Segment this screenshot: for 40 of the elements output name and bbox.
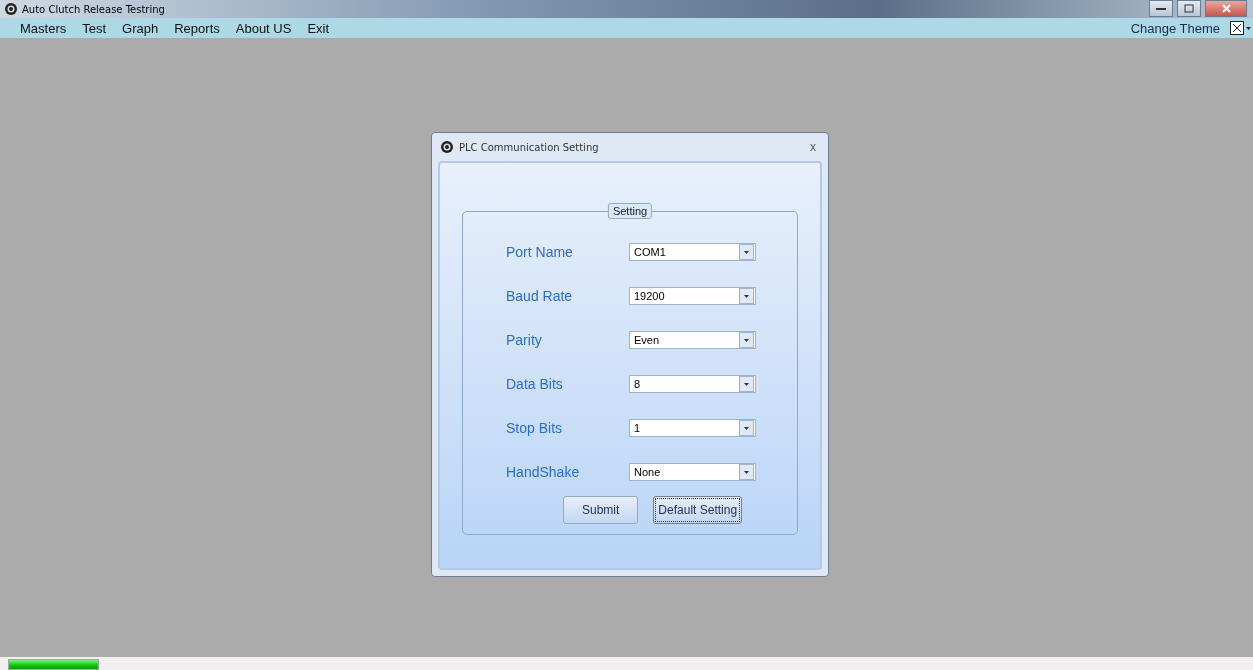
menu-item[interactable]: Change Theme: [1130, 20, 1220, 36]
field-label: Baud Rate: [506, 288, 574, 304]
dialog-icon: [440, 140, 454, 154]
group-title: Setting: [607, 203, 653, 219]
caret-icon: [744, 382, 749, 386]
caret-icon: [744, 470, 749, 474]
dropdown-field[interactable]: None: [629, 463, 756, 481]
menu-item[interactable]: Reports: [166, 20, 228, 36]
dialog-title: PLC Communication Setting: [459, 141, 600, 153]
caret-icon: [744, 338, 749, 342]
minimize-button[interactable]: [1149, 0, 1173, 17]
dropdown-field[interactable]: Even: [629, 331, 756, 349]
field-label: Data Bits: [506, 376, 564, 392]
menu-item[interactable]: Exit: [299, 20, 338, 36]
close-button[interactable]: x: [806, 140, 820, 154]
field-label: Port Name: [506, 244, 574, 260]
caret-icon: [744, 426, 749, 430]
maximize-button[interactable]: [1177, 0, 1201, 17]
dropdown-field[interactable]: 8: [629, 375, 756, 393]
caret-icon: [744, 250, 749, 254]
submit-button[interactable]: Submit: [563, 496, 639, 524]
field-label: Parity: [506, 332, 543, 348]
menu-item[interactable]: Masters: [12, 20, 75, 36]
app-icon: [4, 2, 18, 16]
dropdown-field[interactable]: COM1: [629, 243, 756, 261]
default-setting-button[interactable]: Default Setting: [653, 496, 743, 524]
dropdown-field[interactable]: 1: [629, 419, 756, 437]
maximize-icon: [1184, 4, 1194, 13]
menu-item[interactable]: Test: [74, 20, 115, 36]
window-title: Auto Clutch Release Testring: [22, 3, 165, 15]
dropdown-field[interactable]: 19200: [629, 287, 756, 305]
field-label: Stop Bits: [506, 420, 564, 436]
close-button[interactable]: [1205, 0, 1247, 17]
caret-icon: [744, 294, 749, 298]
menu-item[interactable]: Graph: [114, 20, 167, 36]
theme-dropdown[interactable]: [1230, 21, 1251, 35]
menu-item[interactable]: About US: [227, 20, 300, 36]
field-label: HandShake: [506, 464, 581, 480]
caret-icon: [1246, 26, 1251, 30]
close-icon: [1221, 4, 1231, 13]
